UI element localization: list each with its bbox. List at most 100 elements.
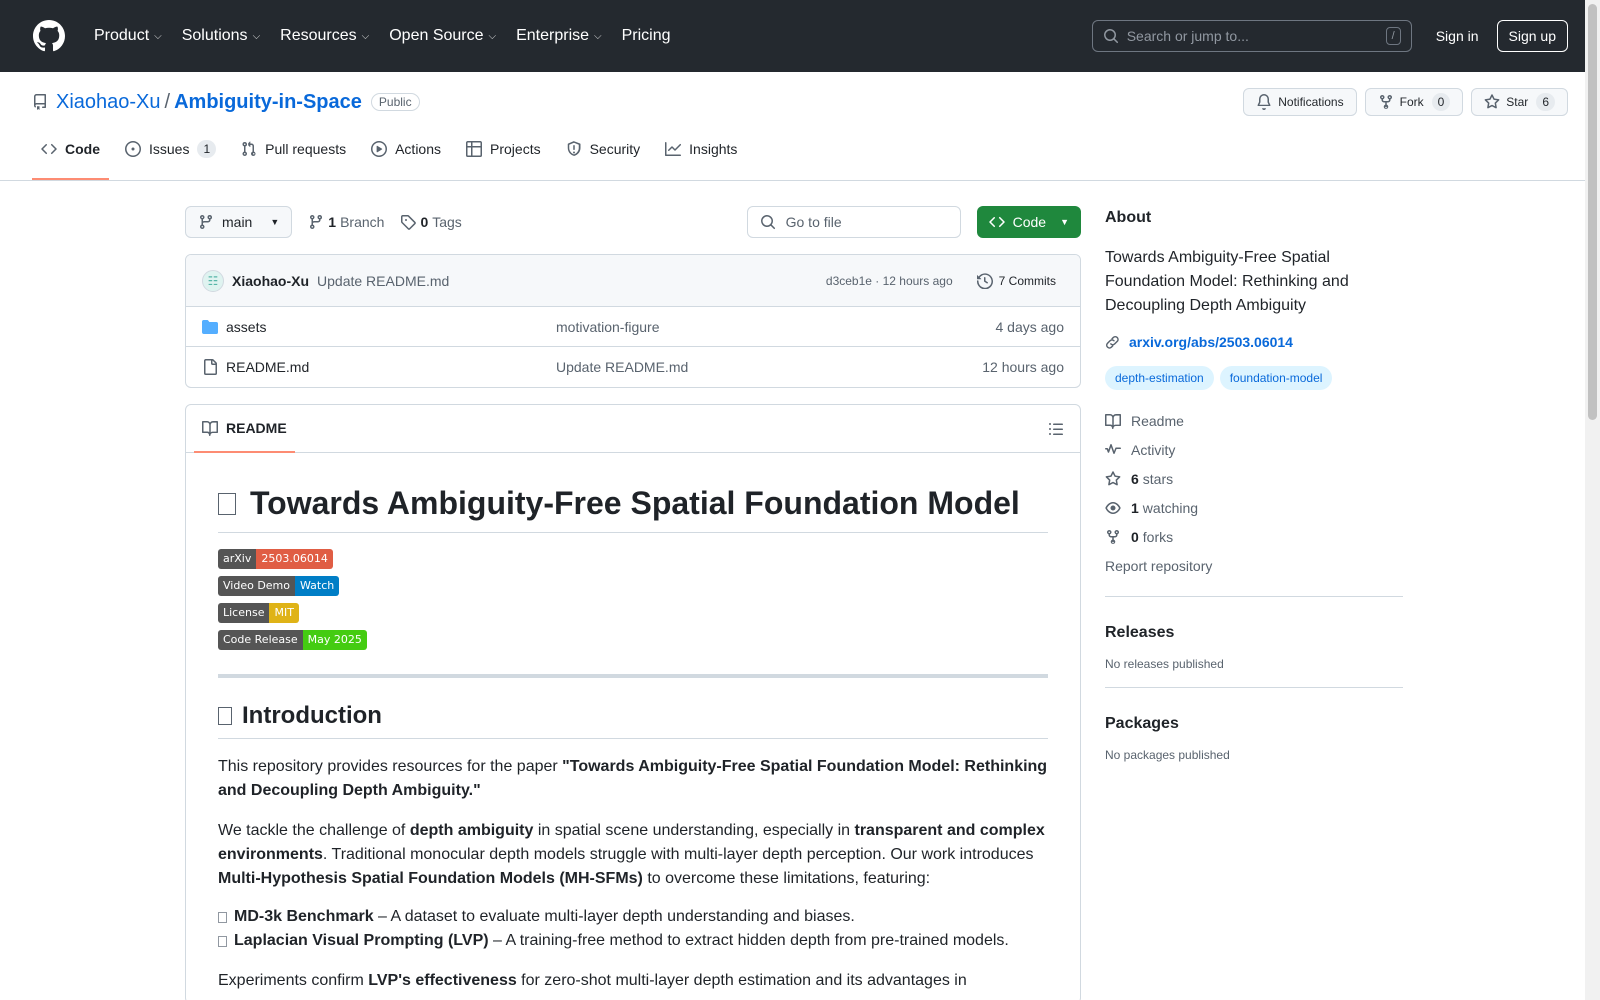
readme-paragraph: Experiments confirm LVP's effectiveness …	[218, 972, 967, 989]
issues-count: 1	[197, 140, 217, 158]
nav-product[interactable]: Product ⌵	[86, 21, 170, 51]
bell-icon	[1257, 94, 1271, 110]
readme-panel: README Towards Ambiguity-Free Spatial Fo…	[185, 404, 1081, 1000]
repo-name-link[interactable]: Ambiguity-in-Space	[174, 91, 362, 114]
releases-heading[interactable]: Releases	[1105, 621, 1403, 645]
arxiv-badge[interactable]: arXiv 2503.06014	[218, 549, 1048, 569]
pulse-icon	[1105, 443, 1121, 454]
code-dropdown-button[interactable]: Code ▼	[976, 206, 1081, 238]
emoji-placeholder-icon	[218, 935, 227, 947]
path-separator: /	[164, 90, 171, 113]
page-scrollbar[interactable]	[1585, 0, 1600, 1000]
nav-open-source[interactable]: Open Source ⌵	[381, 21, 504, 51]
tab-pull-requests[interactable]: Pull requests	[232, 132, 355, 180]
topic-tag[interactable]: depth-estimation	[1105, 366, 1214, 390]
nav-resources[interactable]: Resources ⌵	[272, 21, 377, 51]
star-button[interactable]: Star 6	[1471, 88, 1568, 116]
repo-owner-link[interactable]: Xiaohao-Xu	[56, 91, 161, 114]
shield-icon	[567, 141, 581, 156]
report-repository-link[interactable]: Report repository	[1105, 551, 1403, 580]
caret-down-icon: ▼	[1060, 217, 1069, 227]
github-logo-icon[interactable]	[32, 19, 66, 53]
code-release-badge[interactable]: Code Release May 2025	[218, 630, 1048, 650]
nav-pricing[interactable]: Pricing	[614, 21, 679, 51]
commits-link[interactable]: 7 Commits	[969, 269, 1064, 293]
outline-list-icon[interactable]	[1048, 421, 1064, 437]
stars-link[interactable]: 6 stars	[1105, 464, 1403, 493]
about-description: Towards Ambiguity-Free Spatial Foundatio…	[1105, 249, 1349, 314]
commit-meta[interactable]: d3ceb1e · 12 hours ago	[826, 274, 953, 288]
star-icon	[1484, 94, 1500, 109]
chevron-down-icon: ⌵	[252, 30, 261, 42]
tab-code[interactable]: Code	[32, 132, 109, 180]
readme-link[interactable]: Readme	[1105, 406, 1403, 435]
homepage-link[interactable]: arxiv.org/abs/2503.06014	[1105, 334, 1403, 350]
search-icon	[760, 215, 775, 230]
search-placeholder: Search or jump to...	[1126, 28, 1249, 44]
watchers-link[interactable]: 1 watching	[1105, 493, 1403, 522]
search-shortcut-key: /	[1385, 27, 1401, 45]
book-icon	[1105, 413, 1121, 429]
notifications-button[interactable]: Notifications	[1243, 88, 1357, 116]
nav-solutions[interactable]: Solutions ⌵	[174, 21, 268, 51]
sign-in-link[interactable]: Sign in	[1436, 28, 1479, 44]
avatar[interactable]: ☷	[202, 269, 224, 292]
tab-security[interactable]: Security	[557, 132, 650, 180]
play-icon	[371, 141, 388, 157]
fork-icon	[1107, 529, 1119, 544]
folder-icon	[202, 319, 218, 335]
repo-meta-list: Readme Activity 6 stars 1 watching 0 forks …	[1105, 406, 1403, 580]
video-demo-badge[interactable]: Video Demo Watch	[218, 576, 1048, 596]
visibility-badge: Public	[370, 93, 420, 111]
main-content: main ▼ 1 Branch 0 Tags Go to file Code ▼…	[185, 206, 1081, 1000]
license-badge[interactable]: License MIT	[218, 603, 1048, 623]
book-icon	[202, 420, 218, 436]
file-browser: ☷ Xiaohao-Xu Update README.md d3ceb1e · …	[185, 254, 1081, 388]
file-commit-message[interactable]: Update README.md	[556, 359, 982, 375]
file-name-link[interactable]: assets	[226, 319, 556, 335]
commit-author-link[interactable]: Xiaohao-Xu	[232, 273, 309, 289]
tags-link[interactable]: 0 Tags	[400, 214, 462, 230]
readme-body: Towards Ambiguity-Free Spatial Foundatio…	[186, 453, 1080, 1000]
branches-link[interactable]: 1 Branch	[308, 214, 384, 230]
issue-icon	[125, 141, 141, 157]
file-icon	[202, 359, 218, 375]
file-row[interactable]: README.md Update README.md 12 hours ago	[186, 347, 1080, 387]
file-row[interactable]: assets motivation-figure 4 days ago	[186, 307, 1080, 347]
activity-link[interactable]: Activity	[1105, 435, 1403, 464]
repo-sidebar: About Towards Ambiguity-Free Spatial Fou…	[1105, 206, 1403, 762]
file-commit-message[interactable]: motivation-figure	[556, 319, 996, 335]
fork-button[interactable]: Fork 0	[1364, 88, 1464, 116]
tab-projects[interactable]: Projects	[457, 132, 550, 180]
code-icon	[988, 216, 1005, 228]
packages-empty-text: No packages published	[1105, 748, 1230, 762]
repo-icon	[32, 94, 48, 110]
search-input[interactable]: Search or jump to... /	[1091, 20, 1412, 52]
tab-issues[interactable]: Issues 1	[116, 132, 225, 180]
scrollbar-thumb[interactable]	[1588, 4, 1597, 420]
sign-up-button[interactable]: Sign up	[1496, 20, 1568, 52]
forks-link[interactable]: 0 forks	[1105, 522, 1403, 551]
about-heading: About	[1105, 209, 1152, 226]
caret-down-icon: ▼	[270, 217, 280, 227]
tab-insights[interactable]: Insights	[656, 132, 746, 180]
eye-icon	[1105, 501, 1121, 514]
topic-tag[interactable]: foundation-model	[1219, 366, 1333, 390]
table-icon	[466, 141, 483, 157]
branch-selector[interactable]: main ▼	[185, 206, 293, 238]
branch-icon	[200, 214, 212, 230]
nav-enterprise[interactable]: Enterprise ⌵	[508, 21, 610, 51]
go-to-file-input[interactable]: Go to file	[746, 206, 961, 238]
tab-actions[interactable]: Actions	[362, 132, 450, 180]
history-icon	[976, 272, 993, 289]
link-icon	[1106, 335, 1119, 349]
readme-tab[interactable]: README	[194, 405, 295, 453]
horizontal-rule	[218, 674, 1048, 678]
readme-paragraph: This repository provides resources for t…	[218, 758, 1048, 799]
file-name-link[interactable]: README.md	[226, 359, 556, 375]
topic-list: depth-estimation foundation-model	[1105, 366, 1403, 390]
code-icon	[41, 143, 57, 155]
commit-message-link[interactable]: Update README.md	[317, 273, 449, 289]
packages-heading[interactable]: Packages	[1105, 712, 1403, 736]
branch-icon	[310, 214, 323, 230]
